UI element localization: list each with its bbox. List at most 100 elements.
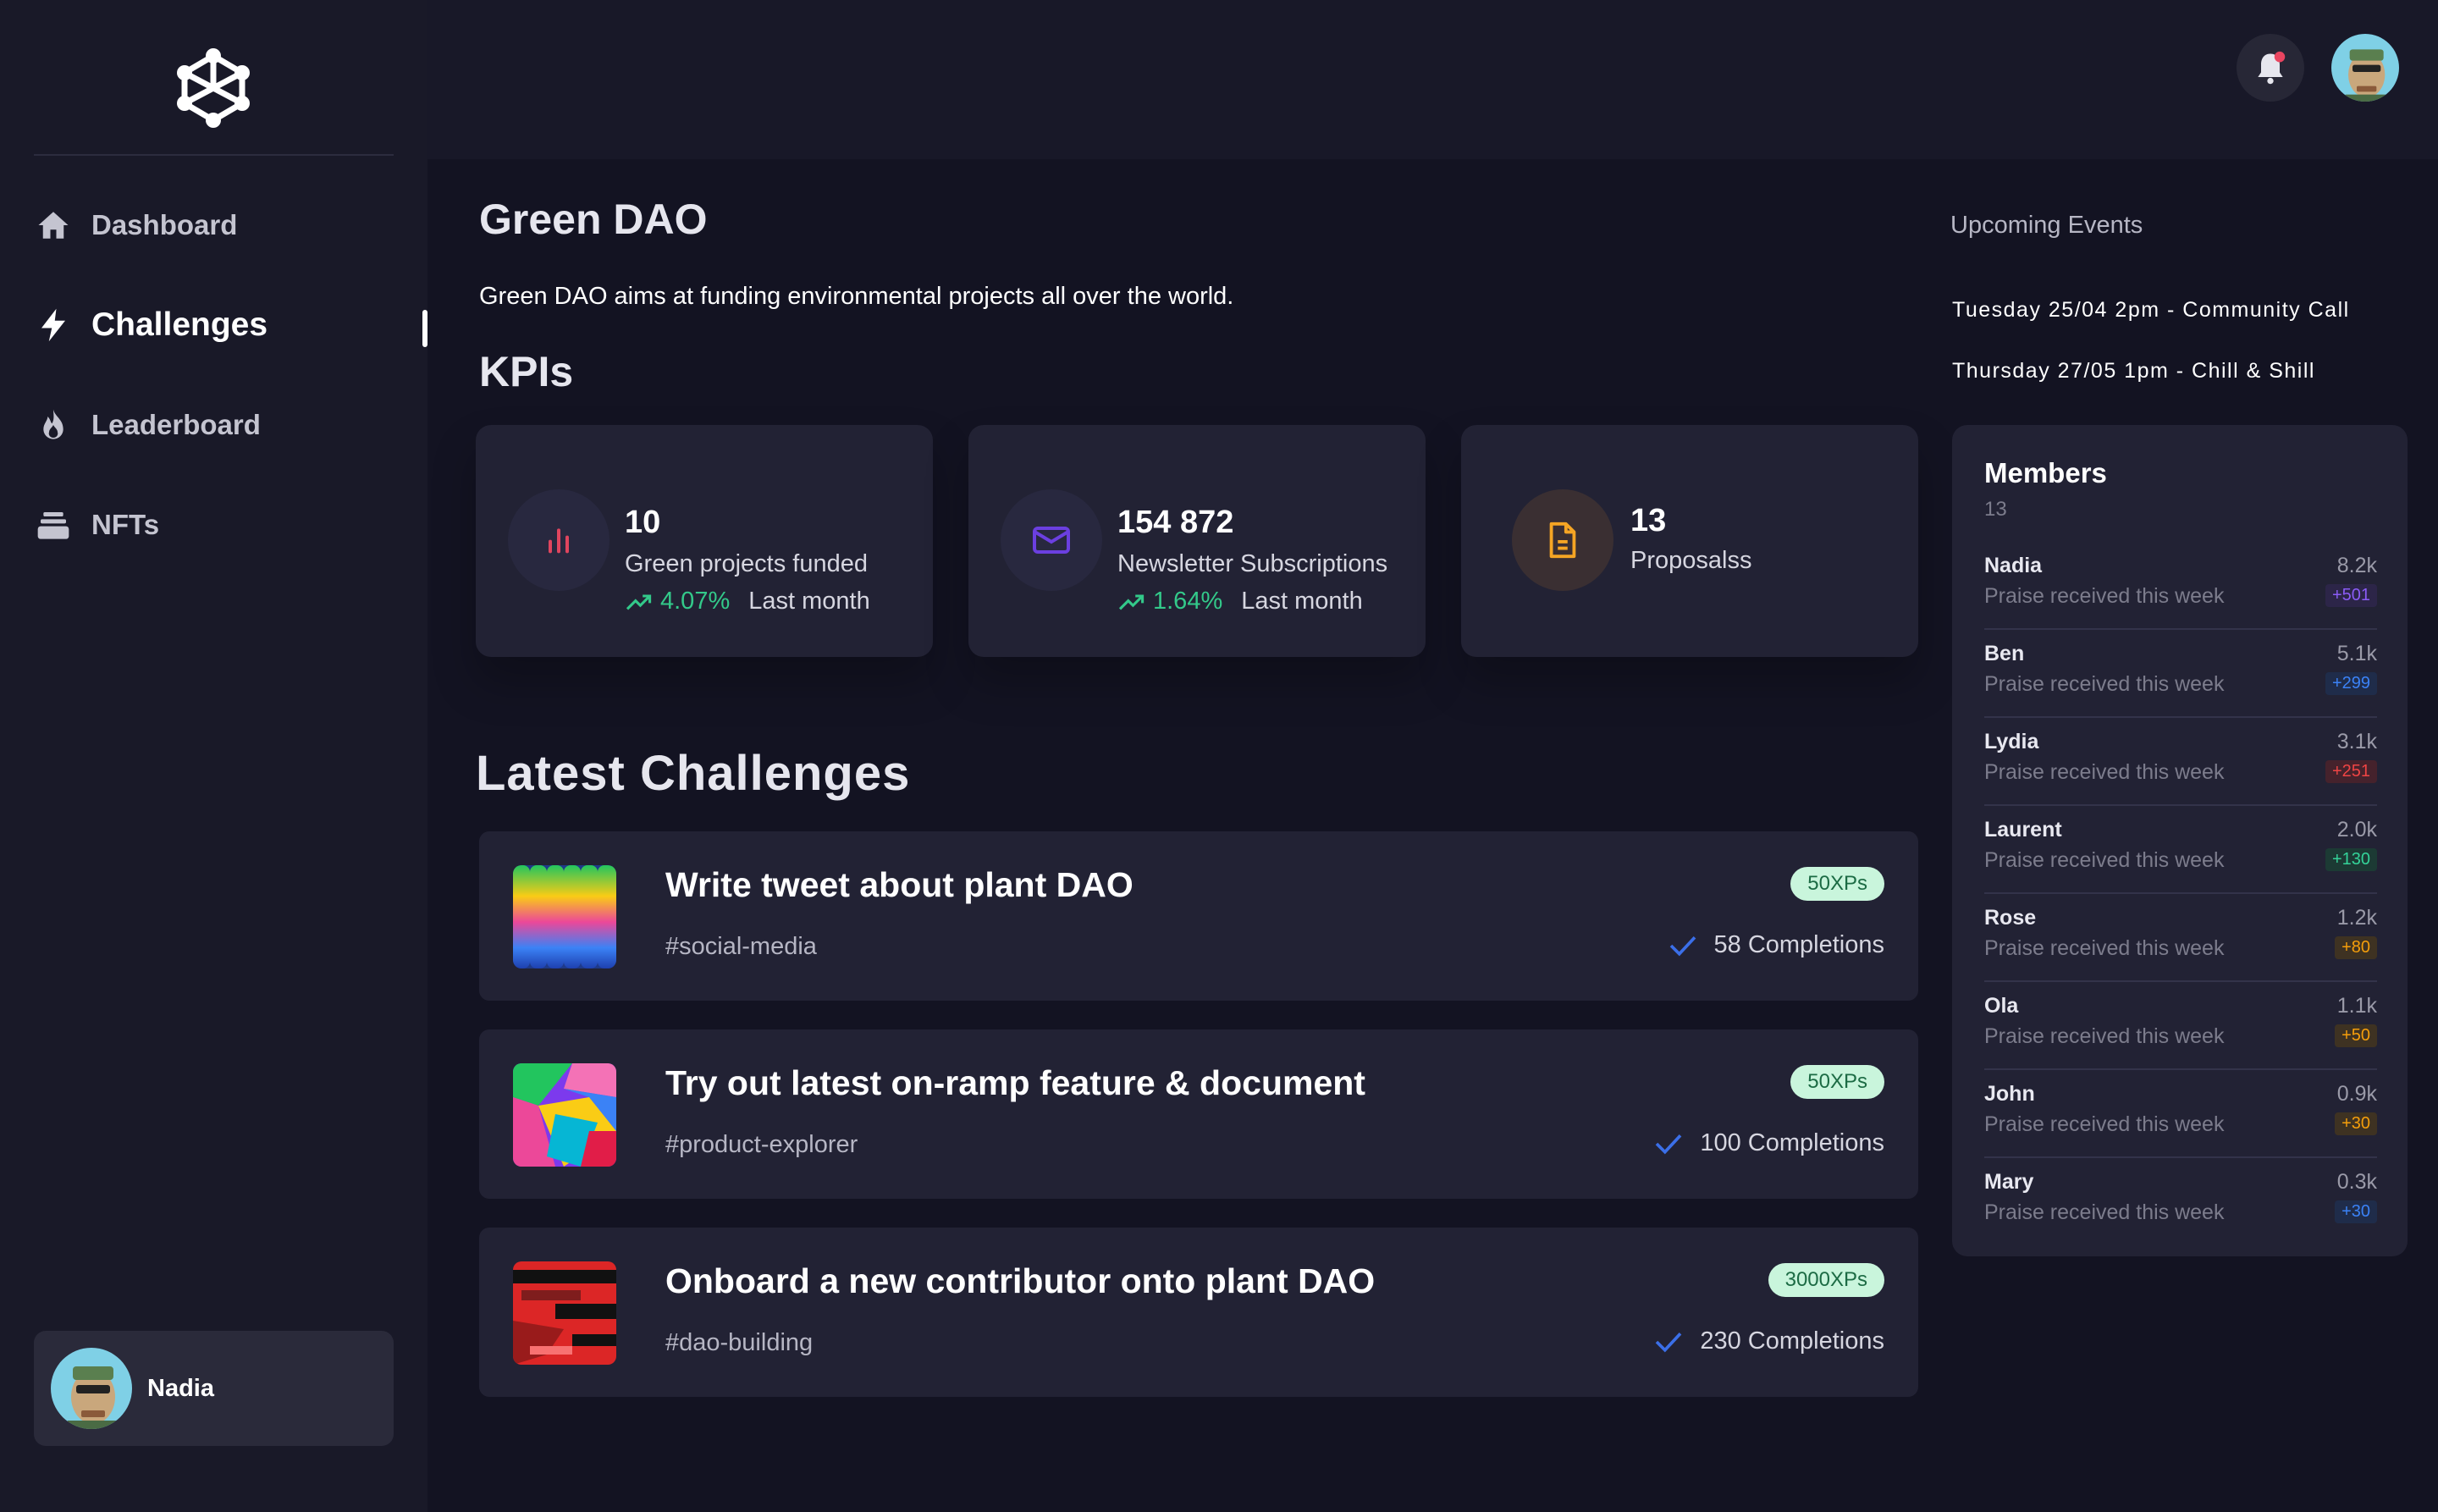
member-row[interactable]: Ben Praise received this week 5.1k +299 [1984,630,2377,718]
nav-label: NFTs [91,509,160,540]
member-name: John [1984,1082,2035,1106]
lightning-icon [34,306,73,345]
kpi-value: 154 872 [1117,505,1234,540]
xp-badge: 50XPs [1790,867,1884,901]
member-name: Laurent [1984,818,2062,842]
kpi-card-projects: 10 Green projects funded 4.07% Last mont… [476,425,933,657]
event-item[interactable]: Thursday 27/05 1pm - Chill & Shill [1952,359,2315,384]
kpi-label: Proposalss [1630,547,1752,574]
members-title: Members [1984,457,2107,488]
nav-item-leaderboard[interactable]: Leaderboard [34,400,427,450]
kpi-value: 13 [1630,503,1667,538]
kpi-card-newsletter: 154 872 Newsletter Subscriptions 1.64% L… [968,425,1426,657]
completions-text: 58 Completions [1713,931,1885,958]
member-subtitle: Praise received this week [1984,848,2225,872]
member-score: 2.0k [2336,818,2377,842]
challenge-card[interactable]: Try out latest on-ramp feature & documen… [479,1029,1918,1199]
challenge-completions: 230 Completions [1654,1327,1884,1355]
event-item[interactable]: Tuesday 25/04 2pm - Community Call [1952,298,2350,323]
user-profile-card[interactable]: Nadia [34,1331,394,1446]
member-score: 0.3k [2336,1170,2377,1194]
bell-icon [2258,51,2286,85]
envelope-icon [1001,489,1102,591]
member-score: 8.2k [2336,554,2377,577]
dao-logo-icon[interactable] [173,47,254,129]
home-icon [34,206,73,245]
member-row[interactable]: Rose Praise received this week 1.2k +80 [1984,894,2377,982]
page-description: Green DAO aims at funding environmental … [479,283,1234,310]
header-avatar[interactable] [2331,34,2399,102]
member-name: Mary [1984,1170,2034,1194]
member-praise-badge: +30 [2335,1112,2377,1135]
nav-label: Dashboard [91,209,238,240]
member-name: Nadia [1984,554,2043,577]
members-card: Members 13 Nadia Praise received this wee… [1952,425,2408,1256]
member-subtitle: Praise received this week [1984,936,2225,960]
member-subtitle: Praise received this week [1984,584,2225,608]
kpi-card-proposals: 13 Proposalss [1461,425,1918,657]
document-icon [1512,489,1613,591]
challenge-completions: 58 Completions [1669,931,1885,959]
avatar [51,1348,132,1429]
xp-badge: 50XPs [1790,1065,1884,1099]
members-count: 13 [1984,498,2007,521]
kpi-trend-percent: 4.07% [660,588,731,615]
kpi-heading: KPIs [479,348,574,395]
trend-up-icon [626,593,652,610]
check-icon [1654,1330,1683,1354]
member-row[interactable]: Lydia Praise received this week 3.1k +251 [1984,718,2377,806]
member-score: 1.2k [2336,906,2377,930]
member-name: Ben [1984,642,2025,665]
member-praise-badge: +30 [2335,1200,2377,1223]
notifications-button[interactable] [2237,34,2304,102]
kpi-trend-percent: 1.64% [1153,588,1223,615]
kpi-trend-period: Last month [1241,588,1363,615]
nav-label: Challenges [91,306,268,343]
kpi-trend: 1.64% Last month [1117,588,1363,615]
member-row[interactable]: John Praise received this week 0.9k +30 [1984,1070,2377,1158]
trend-up-icon [1118,593,1145,610]
member-score: 5.1k [2336,642,2377,665]
active-indicator [422,310,427,347]
check-icon [1654,1132,1683,1156]
member-row[interactable]: Mary Praise received this week 0.3k +30 [1984,1158,2377,1246]
challenge-tag: #dao-building [665,1329,814,1356]
challenge-thumbnail [513,1063,616,1167]
member-score: 0.9k [2336,1082,2377,1106]
bar-chart-icon [508,489,610,591]
member-row[interactable]: Laurent Praise received this week 2.0k +130 [1984,806,2377,894]
challenge-title: Onboard a new contributor onto plant DAO [665,1261,1376,1300]
member-praise-badge: +50 [2335,1024,2377,1047]
completions-text: 100 Completions [1700,1129,1884,1156]
events-title: Upcoming Events [1950,212,2143,239]
member-subtitle: Praise received this week [1984,760,2225,784]
member-praise-badge: +130 [2325,848,2377,871]
nav-item-nfts[interactable]: NFTs [34,499,427,550]
nav-item-challenges[interactable]: Challenges [34,300,427,350]
nav-label: Leaderboard [91,409,261,440]
member-score: 3.1k [2336,730,2377,753]
challenge-completions: 100 Completions [1654,1129,1884,1157]
challenge-card[interactable]: Write tweet about plant DAO #social-medi… [479,831,1918,1001]
challenge-card[interactable]: Onboard a new contributor onto plant DAO… [479,1228,1918,1397]
xp-badge: 3000XPs [1768,1263,1884,1297]
challenge-tag: #social-media [665,933,817,960]
nav-item-dashboard[interactable]: Dashboard [34,200,427,251]
sidebar: Dashboard Challenges Leaderboard NFTs Na… [0,0,427,1512]
challenges-heading: Latest Challenges [476,746,911,801]
member-row[interactable]: Nadia Praise received this week 8.2k +501 [1984,542,2377,630]
member-subtitle: Praise received this week [1984,1200,2225,1224]
member-score: 1.1k [2336,994,2377,1018]
challenge-title: Try out latest on-ramp feature & documen… [665,1063,1365,1102]
challenge-tag: #product-explorer [665,1131,858,1158]
fire-icon [34,406,73,444]
user-name: Nadia [147,1374,214,1402]
top-header [427,0,2438,159]
member-praise-badge: +251 [2325,760,2377,783]
member-praise-badge: +299 [2325,672,2377,695]
stack-icon [34,505,73,544]
check-icon [1669,934,1697,957]
challenge-title: Write tweet about plant DAO [665,865,1134,904]
member-row[interactable]: Ola Praise received this week 1.1k +50 [1984,982,2377,1070]
member-name: Rose [1984,906,2037,930]
